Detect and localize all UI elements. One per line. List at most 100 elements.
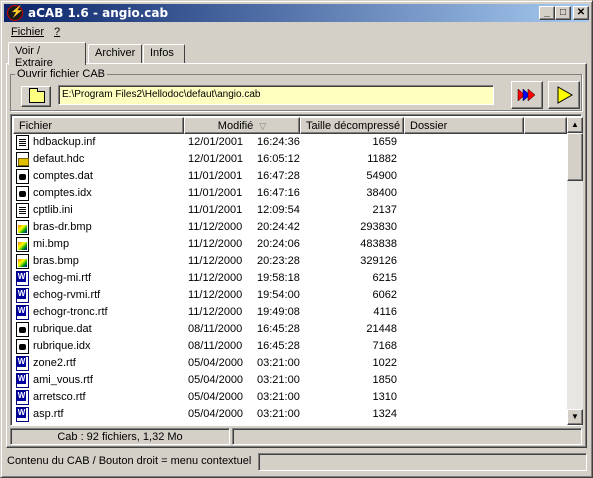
app-window: aCAB 1.6 - angio.cab _ □ ✕ Fichier ? Voi… — [0, 0, 593, 478]
file-date: 12/01/2001 — [188, 153, 244, 165]
play-icon — [557, 86, 574, 104]
hdc-file-icon — [16, 152, 29, 167]
tab-strip: Voir / Extraire Archiver Infos — [6, 42, 586, 69]
file-time: 12:09:54 — [257, 204, 300, 216]
table-row[interactable]: hdbackup.inf 12/01/2001 16:24:36 1659 — [13, 134, 567, 151]
menu-bar: Fichier ? — [4, 23, 589, 41]
scroll-down-arrow-icon: ▼ — [571, 412, 579, 421]
file-date: 11/01/2001 — [188, 170, 243, 182]
file-size: 1022 — [372, 357, 397, 369]
minimize-button[interactable]: _ — [539, 6, 555, 20]
table-row[interactable]: comptes.dat 11/01/2001 16:47:28 54900 — [13, 168, 567, 185]
file-size: 1310 — [372, 391, 397, 403]
scroll-thumb[interactable] — [567, 133, 583, 181]
table-row[interactable]: echog-mi.rtf 11/12/2000 19:58:18 6215 — [13, 270, 567, 287]
file-size: 38400 — [366, 187, 397, 199]
file-size: 6062 — [372, 289, 397, 301]
menu-help-label: ? — [54, 26, 61, 38]
file-name: defaut.hdc — [33, 153, 85, 165]
column-header-fichier[interactable]: Fichier — [13, 117, 184, 134]
file-time: 19:58:18 — [257, 272, 300, 284]
open-cab-button[interactable] — [21, 86, 51, 107]
file-size: 6215 — [372, 272, 397, 284]
file-list-view[interactable]: Fichier Modifié ▽ Taille décompressé Doss… — [10, 114, 583, 426]
file-name: comptes.idx — [33, 187, 92, 199]
dat-file-icon — [16, 339, 29, 354]
cab-summary-text: Cab : 92 fichiers, 1,32 Mo — [10, 428, 230, 445]
word-document-icon — [16, 288, 29, 303]
tab-panel-voir-extraire: Ouvrir fichier CAB E:\Program Files2\Hel… — [6, 63, 587, 448]
file-time: 03:21:00 — [257, 408, 300, 420]
table-row[interactable]: echogr-tronc.rtf 11/12/2000 19:49:08 4116 — [13, 304, 567, 321]
app-lightning-icon[interactable] — [7, 5, 24, 21]
folder-open-icon — [29, 88, 45, 103]
file-date: 08/11/2000 — [188, 340, 243, 352]
cab-path-field[interactable]: E:\Program Files2\Hellodoc\defaut\angio.… — [58, 85, 494, 105]
list-header: Fichier Modifié ▽ Taille décompressé Doss… — [13, 117, 567, 134]
file-name: rubrique.idx — [33, 340, 91, 352]
play-button[interactable] — [548, 81, 580, 109]
file-time: 16:05:12 — [257, 153, 300, 165]
file-size: 54900 — [366, 170, 397, 182]
table-row[interactable]: defaut.hdc 12/01/2001 16:05:12 11882 — [13, 151, 567, 168]
tab-infos[interactable]: Infos — [143, 44, 185, 64]
vertical-scrollbar[interactable]: ▲ ▼ — [567, 117, 583, 425]
file-name: echog-mi.rtf — [33, 272, 92, 284]
file-time: 16:47:28 — [257, 170, 300, 182]
column-dossier-label: Dossier — [410, 120, 448, 132]
dat-file-icon — [16, 186, 29, 201]
bitmap-file-icon — [16, 254, 29, 269]
table-row[interactable]: ami_vous.rtf 05/04/2000 03:21:00 1850 — [13, 372, 567, 389]
menu-fichier[interactable]: Fichier — [11, 26, 44, 38]
table-row[interactable]: mi.bmp 11/12/2000 20:24:06 483838 — [13, 236, 567, 253]
scroll-down-button[interactable]: ▼ — [567, 409, 583, 425]
table-row[interactable]: echog-rvmi.rtf 11/12/2000 19:54:00 6062 — [13, 287, 567, 304]
scroll-up-button[interactable]: ▲ — [567, 117, 583, 133]
file-name: zone2.rtf — [33, 357, 76, 369]
table-row[interactable]: bras-dr.bmp 11/12/2000 20:24:42 293830 — [13, 219, 567, 236]
file-name: echogr-tronc.rtf — [33, 306, 108, 318]
extract-all-arrows-icon — [517, 88, 536, 102]
tab-voir-extraire[interactable]: Voir / Extraire — [8, 42, 86, 69]
title-bar[interactable]: aCAB 1.6 - angio.cab _ □ ✕ — [4, 4, 589, 22]
dat-file-icon — [16, 322, 29, 337]
table-row[interactable]: zone2.rtf 05/04/2000 03:21:00 1022 — [13, 355, 567, 372]
word-document-icon — [16, 271, 29, 286]
file-time: 16:47:16 — [257, 187, 300, 199]
file-date: 11/12/2000 — [188, 306, 243, 318]
table-row[interactable]: comptes.idx 11/01/2001 16:47:16 38400 — [13, 185, 567, 202]
word-document-icon — [16, 390, 29, 405]
table-row[interactable]: rubrique.dat 08/11/2000 16:45:28 21448 — [13, 321, 567, 338]
status-bar: Contenu du CAB / Bouton droit = menu con… — [4, 451, 589, 473]
table-row[interactable]: cptlib.ini 11/01/2001 12:09:54 2137 — [13, 202, 567, 219]
column-header-modifie[interactable]: Modifié ▽ — [184, 117, 300, 134]
column-header-dossier[interactable]: Dossier — [404, 117, 524, 134]
file-name: comptes.dat — [33, 170, 93, 182]
file-date: 05/04/2000 — [188, 391, 244, 403]
column-header-taille[interactable]: Taille décompressé — [300, 117, 404, 134]
open-cab-legend: Ouvrir fichier CAB — [15, 68, 108, 80]
column-header-empty[interactable] — [524, 117, 567, 134]
extract-all-button[interactable] — [511, 81, 543, 109]
word-document-icon — [16, 407, 29, 422]
bitmap-file-icon — [16, 220, 29, 235]
close-button[interactable]: ✕ — [573, 6, 589, 20]
file-name: cptlib.ini — [33, 204, 73, 216]
file-date: 11/12/2000 — [188, 255, 243, 267]
file-name: asp.rtf — [33, 408, 64, 420]
open-cab-group: Ouvrir fichier CAB E:\Program Files2\Hel… — [10, 68, 582, 111]
file-date: 11/12/2000 — [188, 238, 243, 250]
tab-archiver[interactable]: Archiver — [88, 44, 142, 64]
menu-help[interactable]: ? — [54, 26, 60, 38]
file-size: 7168 — [372, 340, 397, 352]
text-file-icon — [16, 135, 29, 150]
table-row[interactable]: arretsco.rtf 05/04/2000 03:21:00 1310 — [13, 389, 567, 406]
file-date: 05/04/2000 — [188, 357, 244, 369]
file-size: 1850 — [372, 374, 397, 386]
file-size: 1659 — [372, 136, 397, 148]
table-row[interactable]: asp.rtf 05/04/2000 03:21:00 1324 — [13, 406, 567, 423]
maximize-button[interactable]: □ — [555, 6, 571, 20]
file-date: 11/12/2000 — [188, 272, 243, 284]
table-row[interactable]: rubrique.idx 08/11/2000 16:45:28 7168 — [13, 338, 567, 355]
table-row[interactable]: bras.bmp 11/12/2000 20:23:28 329126 — [13, 253, 567, 270]
